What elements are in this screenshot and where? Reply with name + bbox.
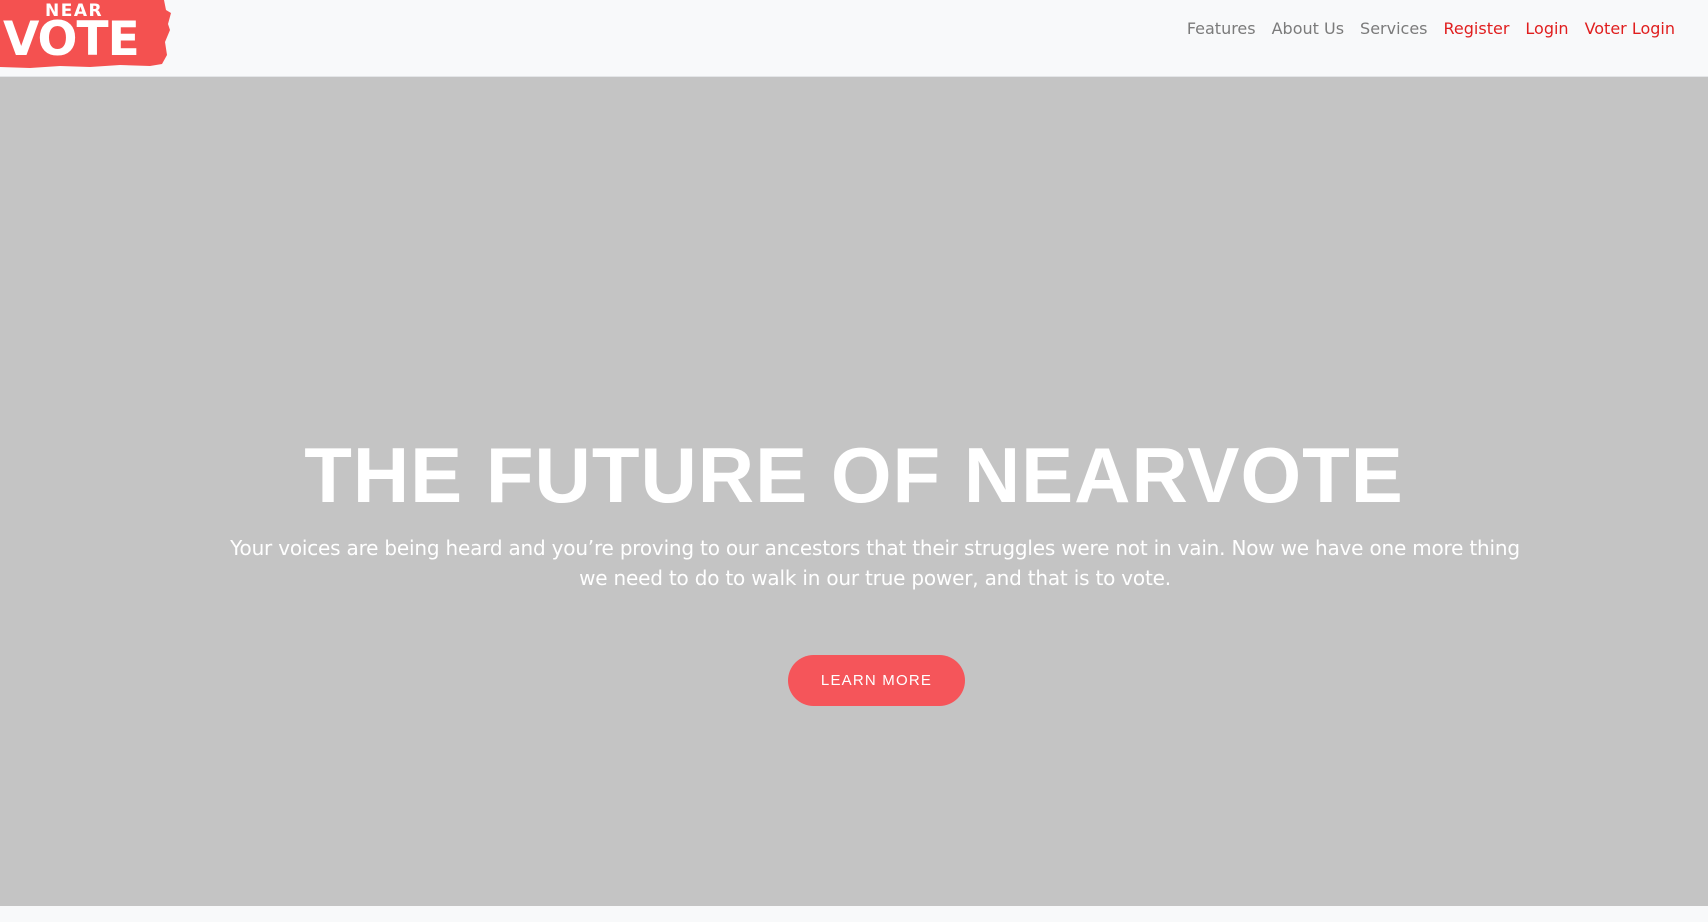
page-bottom-strip <box>0 906 1708 922</box>
nav-link-register[interactable]: Register <box>1436 18 1518 40</box>
hero-subtitle: Your voices are being heard and you’re p… <box>230 533 1520 593</box>
brand-logo[interactable]: NEAR VOTE <box>0 0 172 69</box>
nav-link-about-us[interactable]: About Us <box>1264 18 1352 40</box>
nav-link-features[interactable]: Features <box>1179 18 1264 40</box>
hero-title: THE FUTURE OF NEARVOTE <box>304 431 1404 519</box>
hero-section: THE FUTURE OF NEARVOTE Your voices are b… <box>0 77 1708 906</box>
hero-subtitle-line-2: we need to do to walk in our true power,… <box>579 566 1171 590</box>
nav-link-voter-login[interactable]: Voter Login <box>1577 18 1683 40</box>
logo-vote-text: VOTE <box>3 12 140 67</box>
hero-subtitle-line-1: Your voices are being heard and you’re p… <box>230 536 1520 560</box>
learn-more-button[interactable]: LEARN MORE <box>788 655 965 706</box>
main-nav: Features About Us Services Register Logi… <box>1179 18 1683 40</box>
nav-link-services[interactable]: Services <box>1352 18 1435 40</box>
nav-link-login[interactable]: Login <box>1517 18 1576 40</box>
navbar: NEAR VOTE Features About Us Services Reg… <box>0 0 1708 77</box>
